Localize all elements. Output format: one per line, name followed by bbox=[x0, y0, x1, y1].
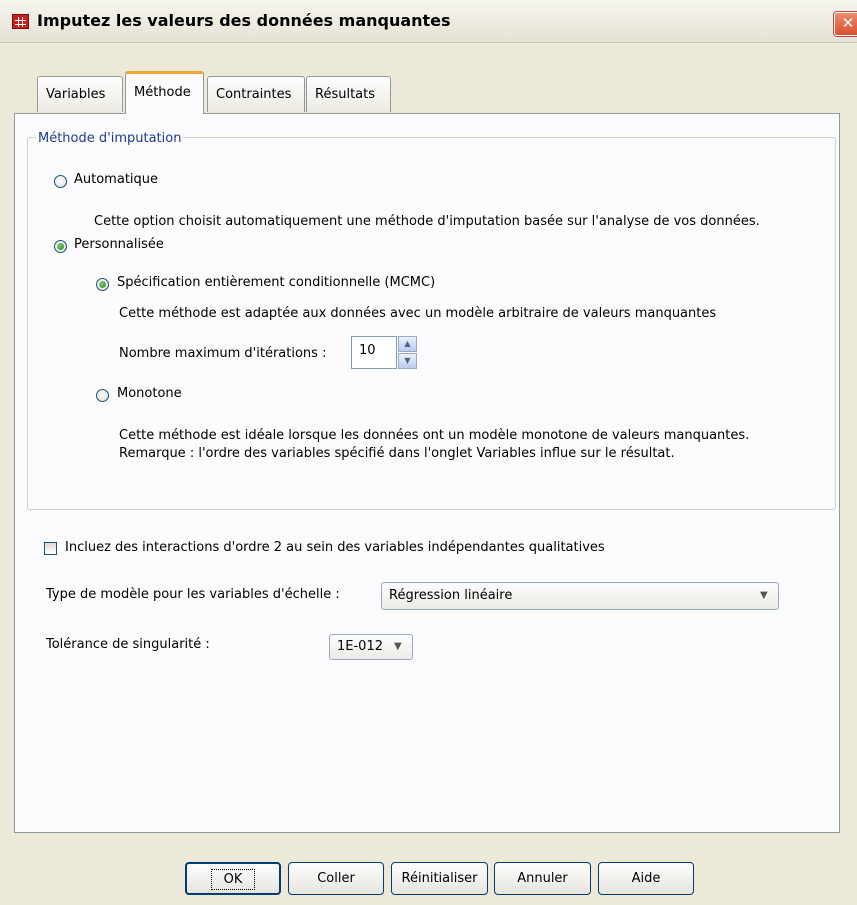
window-title: Imputez les valeurs des données manquant… bbox=[37, 11, 451, 30]
tab-contraintes[interactable]: Contraintes bbox=[207, 76, 305, 112]
spin-down-icon[interactable]: ▼ bbox=[398, 353, 417, 369]
custom-label[interactable]: Personnalisée bbox=[74, 237, 164, 252]
fcs-description: Cette méthode est adaptée aux données av… bbox=[119, 306, 717, 321]
fcs-label[interactable]: Spécification entièrement conditionnelle… bbox=[117, 275, 435, 290]
interactions-label[interactable]: Incluez des interactions d'ordre 2 au se… bbox=[65, 540, 605, 555]
paste-button[interactable]: Coller bbox=[288, 862, 384, 895]
spreadsheet-app-icon bbox=[12, 14, 29, 29]
monotone-radio[interactable] bbox=[96, 389, 109, 402]
dialog-window: Imputez les valeurs des données manquant… bbox=[0, 0, 857, 905]
spin-up-icon[interactable]: ▲ bbox=[398, 336, 417, 352]
imputation-method-group-label: Méthode d'imputation bbox=[36, 131, 184, 146]
ok-button-label: OK bbox=[210, 869, 256, 890]
ok-button[interactable]: OK bbox=[185, 862, 281, 895]
cancel-button[interactable]: Annuler bbox=[494, 862, 591, 895]
monotone-label[interactable]: Monotone bbox=[117, 386, 182, 401]
reset-button[interactable]: Réinitialiser bbox=[391, 862, 488, 895]
automatic-radio[interactable] bbox=[54, 175, 67, 188]
singularity-label: Tolérance de singularité : bbox=[46, 637, 210, 652]
automatic-description: Cette option choisit automatiquement une… bbox=[94, 214, 760, 229]
tab-methode[interactable]: Méthode bbox=[125, 71, 204, 114]
title-bar[interactable]: Imputez les valeurs des données manquant… bbox=[0, 0, 857, 43]
fcs-radio[interactable] bbox=[96, 278, 109, 291]
scale-model-value: Régression linéaire bbox=[389, 588, 513, 603]
singularity-select[interactable]: 1E-012 ▼ bbox=[329, 634, 413, 660]
chevron-down-icon: ▼ bbox=[394, 641, 402, 652]
custom-radio[interactable] bbox=[54, 240, 67, 253]
max-iterations-input[interactable]: 10 bbox=[351, 336, 397, 369]
tab-resultats[interactable]: Résultats bbox=[306, 76, 391, 112]
help-button[interactable]: Aide bbox=[598, 862, 694, 895]
scale-model-select[interactable]: Régression linéaire ▼ bbox=[381, 582, 779, 610]
monotone-description-line1: Cette méthode est idéale lorsque les don… bbox=[119, 428, 750, 443]
max-iterations-label: Nombre maximum d'itérations : bbox=[119, 346, 327, 361]
scale-model-label: Type de modèle pour les variables d'éche… bbox=[46, 587, 340, 602]
chevron-down-icon: ▼ bbox=[760, 590, 768, 601]
monotone-description-line2: Remarque : l'ordre des variables spécifi… bbox=[119, 446, 675, 461]
singularity-value: 1E-012 bbox=[337, 639, 383, 654]
tab-variables[interactable]: Variables bbox=[37, 76, 123, 112]
interactions-checkbox[interactable] bbox=[44, 542, 57, 555]
close-button[interactable]: ✕ bbox=[834, 12, 857, 36]
automatic-label[interactable]: Automatique bbox=[74, 172, 158, 187]
